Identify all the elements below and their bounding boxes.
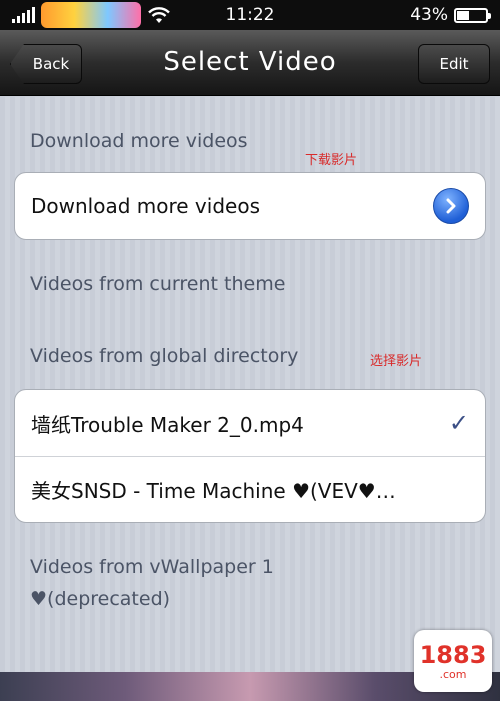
section-header-global-directory: Videos from global directory — [30, 345, 299, 367]
checkmark-icon: ✓ — [448, 409, 469, 437]
wifi-icon — [148, 7, 170, 23]
navigation-bar: Select Video Back Edit — [0, 30, 500, 96]
watermark-number: 1883 — [419, 640, 487, 669]
status-right: 43% — [410, 5, 491, 25]
cell-label: 墙纸Trouble Maker 2_0.mp4 — [31, 412, 304, 437]
disclosure-arrow-icon[interactable] — [433, 188, 469, 224]
carrier-logo — [41, 2, 141, 28]
cell-label: 美女SNSD - Time Machine ♥(VEV♥… — [31, 479, 396, 503]
video-list[interactable]: Download more videos 下载影片 Download more … — [0, 97, 500, 672]
global-directory-group: 墙纸Trouble Maker 2_0.mp4 ✓ 美女SNSD - Time … — [14, 389, 486, 523]
watermark-logo: 1883 .com — [414, 630, 492, 692]
section-header-download: Download more videos — [30, 130, 248, 152]
global-annotation: 选择影片 — [370, 354, 423, 369]
battery-percent: 43% — [410, 5, 448, 25]
status-bar: 11:22 43% — [0, 0, 500, 30]
video-cell-trouble-maker[interactable]: 墙纸Trouble Maker 2_0.mp4 ✓ — [15, 390, 485, 456]
section-header-vwallpaper-deprecated: ♥(deprecated) — [30, 588, 171, 610]
section-header-current-theme: Videos from current theme — [30, 273, 286, 295]
signal-strength-icon — [12, 7, 35, 23]
section-header-vwallpaper: Videos from vWallpaper 1 — [30, 556, 274, 578]
status-left — [12, 2, 171, 28]
back-button[interactable]: Back — [10, 44, 82, 84]
edit-button[interactable]: Edit — [418, 44, 490, 84]
watermark-sub: .com — [439, 667, 467, 681]
video-cell-time-machine[interactable]: 美女SNSD - Time Machine ♥(VEV♥… — [15, 456, 485, 522]
download-group: Download more videos — [14, 172, 486, 240]
download-annotation: 下载影片 — [305, 153, 358, 168]
battery-icon — [454, 7, 491, 23]
cell-label: Download more videos — [31, 194, 260, 218]
download-more-videos-cell[interactable]: Download more videos — [15, 173, 485, 239]
